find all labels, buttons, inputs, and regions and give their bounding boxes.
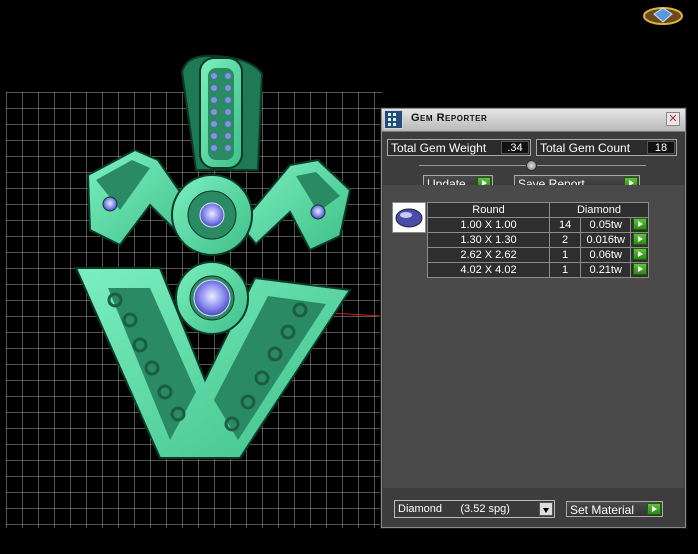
close-button[interactable]: ✕ (666, 112, 680, 126)
total-gem-count: Total Gem Count 18 (536, 139, 677, 156)
total-gem-weight: Total Gem Weight .34 (387, 139, 531, 156)
row-select-button[interactable] (630, 232, 649, 248)
gem-weight: 0.05tw (580, 217, 632, 233)
divider-handle[interactable] (526, 160, 537, 171)
gem-qty: 2 (548, 232, 582, 248)
total-gem-weight-value: .34 (501, 141, 529, 154)
gem-reporter-panel: Gem Reporter ✕ Total Gem Weight .34 Tota… (381, 108, 686, 528)
total-gem-weight-label: Total Gem Weight (391, 141, 487, 155)
play-arrow-icon (647, 503, 661, 515)
set-material-button[interactable]: Set Material (566, 501, 663, 517)
chevron-down-icon[interactable] (539, 502, 553, 516)
gem-qty: 1 (548, 247, 582, 263)
gem-weight: 0.016tw (580, 232, 632, 248)
gem-size: 1.30 X 1.30 (427, 232, 550, 248)
oval-gem-icon[interactable] (392, 202, 426, 233)
gem-weight: 0.06tw (580, 247, 632, 263)
row-select-button[interactable] (630, 262, 649, 278)
total-gem-count-value: 18 (647, 141, 675, 154)
play-arrow-icon (633, 248, 647, 260)
gem-size: 4.02 X 4.02 (427, 262, 550, 278)
table-row: 4.02 X 4.02 1 0.21tw (427, 262, 649, 278)
shape-header: Round (427, 202, 550, 218)
gem-weight: 0.21tw (580, 262, 632, 278)
table-row: 2.62 X 2.62 1 0.06tw (427, 247, 649, 263)
panel-title: Gem Reporter (411, 112, 488, 124)
material-select-value: Diamond (3.52 spg) (398, 503, 510, 515)
app-logo-icon (643, 7, 683, 25)
set-material-button-label: Set Material (570, 503, 635, 517)
play-arrow-icon (633, 218, 647, 230)
table-row: 1.00 X 1.00 14 0.05tw (427, 217, 649, 233)
gem-size: 1.00 X 1.00 (427, 217, 550, 233)
table-row: 1.30 X 1.30 2 0.016tw (427, 232, 649, 248)
total-gem-count-label: Total Gem Count (540, 141, 631, 155)
close-icon: ✕ (668, 113, 678, 125)
row-select-button[interactable] (630, 247, 649, 263)
gem-qty: 1 (548, 262, 582, 278)
gem-table-header: Round Diamond (427, 202, 650, 218)
panel-titlebar[interactable]: Gem Reporter ✕ (382, 109, 685, 132)
row-select-button[interactable] (630, 217, 649, 233)
material-header: Diamond (548, 202, 650, 218)
play-arrow-icon (633, 233, 647, 245)
material-select[interactable]: Diamond (3.52 spg) (394, 500, 555, 518)
gem-size: 2.62 X 2.62 (427, 247, 550, 263)
play-arrow-icon (633, 263, 647, 275)
gem-table: Round Diamond 1.00 X 1.00 14 0.05tw 1.30… (427, 202, 650, 278)
gem-reporter-icon (384, 110, 403, 129)
gem-qty: 14 (548, 217, 582, 233)
